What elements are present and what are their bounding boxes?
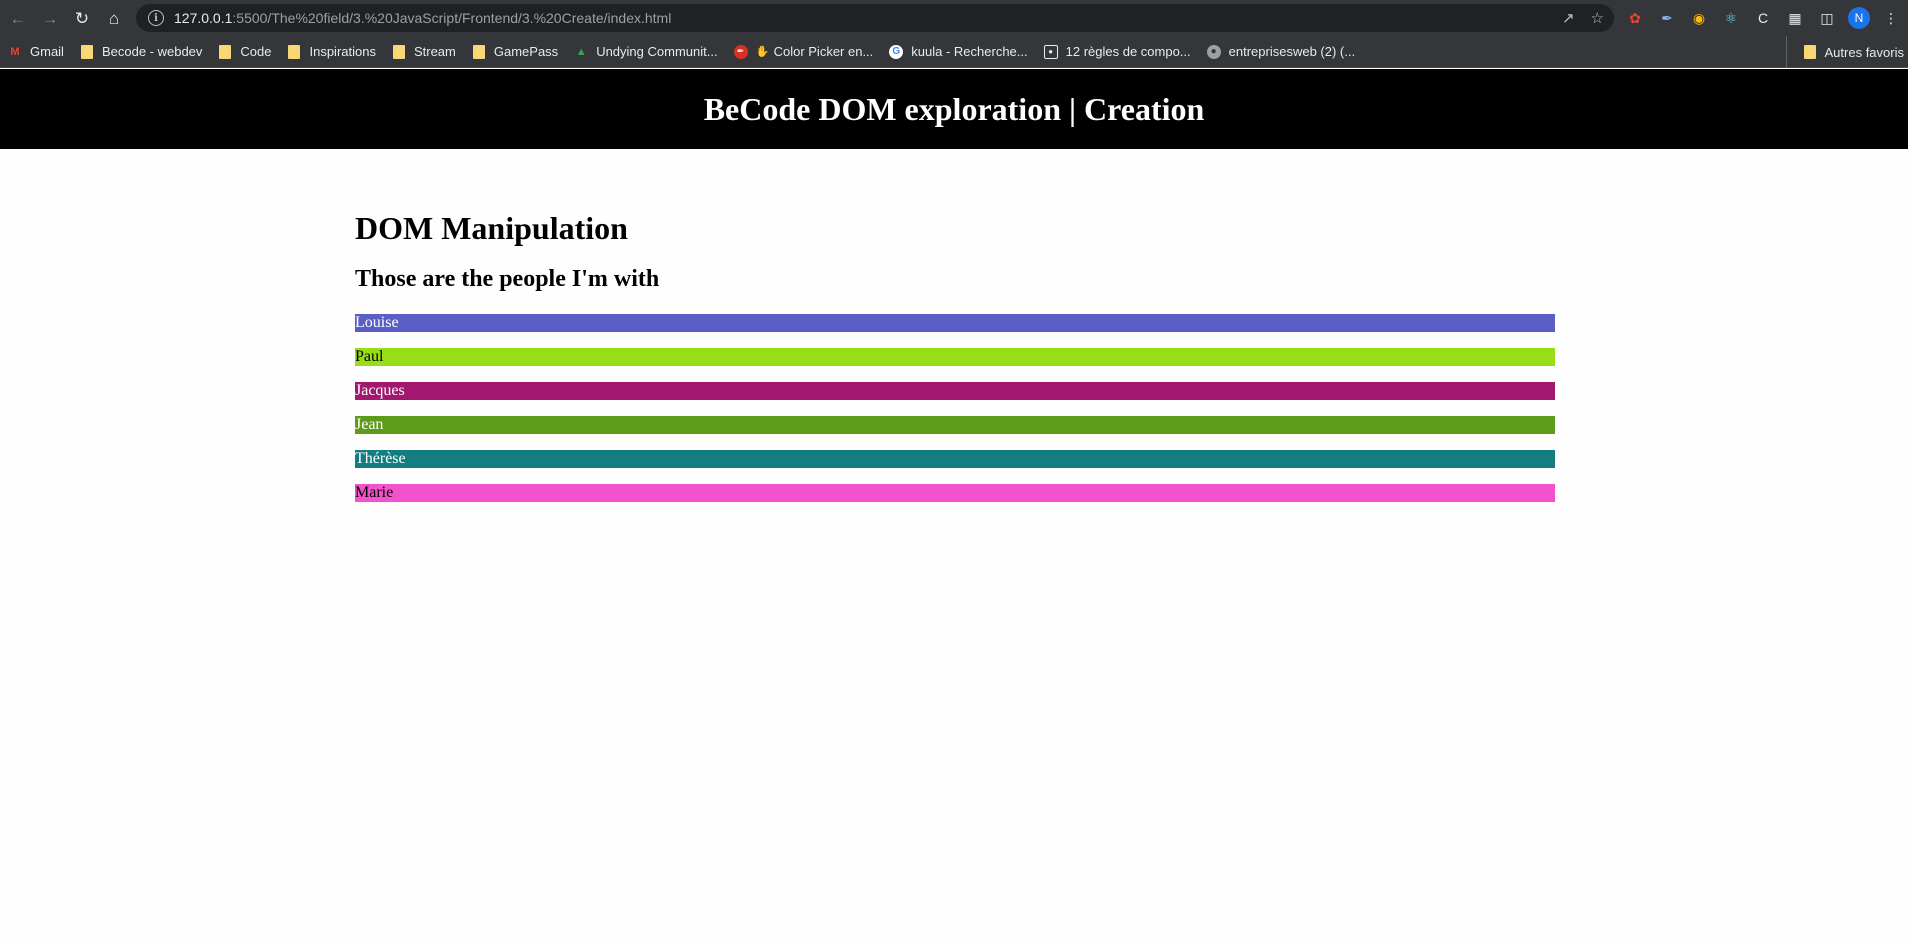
bookmark-label: Inspirations [309, 44, 376, 59]
folder-icon [287, 44, 301, 59]
page-subheading: Those are the people I'm with [355, 266, 660, 292]
bookmark-folder-becode[interactable]: Becode - webdev [72, 38, 210, 66]
drive-icon: ▲ [575, 45, 587, 58]
bookmark-12-regles[interactable]: ● 12 règles de compo... [1036, 38, 1199, 66]
bookmark-folder-gamepass[interactable]: GamePass [464, 38, 566, 66]
gmail-icon: M [10, 45, 20, 58]
browser-toolbar: ← → ↻ ⌂ i 127.0.0.1:5500/The%20field/3.%… [0, 0, 1908, 36]
extensions-puzzle-icon[interactable]: ▦ [1784, 7, 1806, 29]
person-item: Louise [355, 314, 1555, 332]
bookmark-label: Autres favoris [1824, 44, 1904, 60]
bookmark-color-picker[interactable]: ✒ ✋ Color Picker en... [726, 38, 882, 66]
menu-kebab-icon[interactable]: ⋮ [1880, 7, 1902, 29]
page-header-title: BeCode DOM exploration | Creation [703, 90, 1205, 127]
google-icon: G [889, 44, 904, 59]
bookmark-label: Stream [413, 44, 456, 59]
react-devtools-icon[interactable]: ⚛ [1720, 7, 1742, 29]
url-text[interactable]: 127.0.0.1:5500/The%20field/3.%20JavaScri… [174, 10, 671, 26]
person-item: Paul [355, 348, 1555, 366]
folder-icon [392, 44, 406, 59]
photo-icon: ● [1043, 44, 1058, 59]
quill-extension-icon[interactable]: ✒ [1656, 7, 1678, 29]
hand-icon: ✋ [755, 46, 770, 58]
person-item: Jean [355, 416, 1555, 434]
bookmark-folder-inspirations[interactable]: Inspirations [279, 38, 383, 66]
bookmark-label: kuula - Recherche... [911, 44, 1028, 59]
page-header: BeCode DOM exploration | Creation [0, 69, 1908, 149]
bookmark-star-icon[interactable]: ☆ [1591, 9, 1604, 27]
cookie-extension-icon[interactable]: C [1752, 7, 1774, 29]
reload-icon[interactable]: ↻ [70, 6, 94, 30]
bookmark-entreprisesweb[interactable]: ● entreprisesweb (2) (... [1199, 38, 1363, 66]
page-heading: DOM Manipulation [355, 210, 628, 246]
folder-icon [80, 44, 94, 59]
extensions-area: ✿ ✒ ◉ ⚛ C ▦ ◫ N ⋮ [1624, 0, 1902, 36]
other-bookmarks[interactable]: Autres favoris [1785, 36, 1908, 68]
bookmark-label: 12 règles de compo... [1065, 44, 1191, 59]
side-panel-icon[interactable]: ◫ [1816, 7, 1838, 29]
url-path: :5500/The%20field/3.%20JavaScript/Fronte… [232, 10, 672, 26]
url-host: 127.0.0.1 [174, 10, 233, 26]
person-item: Thérèse [355, 450, 1555, 468]
bookmark-folder-code[interactable]: Code [210, 38, 279, 66]
other-bookmarks-folder[interactable]: Autres favoris [1795, 38, 1908, 66]
back-arrow-icon[interactable]: ← [6, 6, 30, 30]
bookmark-kuula-search[interactable]: G kuula - Recherche... [881, 38, 1035, 66]
chrome-extension-icon[interactable]: ◉ [1688, 7, 1710, 29]
address-bar[interactable]: i 127.0.0.1:5500/The%20field/3.%20JavaSc… [136, 4, 1614, 32]
person-item: Marie [355, 484, 1555, 502]
site-info-icon[interactable]: i [148, 10, 164, 26]
folder-icon [1803, 45, 1817, 59]
bookmark-undying-community[interactable]: ▲ Undying Communit... [566, 38, 725, 66]
main-content: DOM Manipulation Those are the people I'… [355, 210, 1555, 518]
bookmark-label: Code [240, 44, 272, 59]
bookmark-label: Becode - webdev [101, 44, 203, 59]
bookmark-label: Undying Communit... [596, 44, 718, 59]
people-list: Louise Paul Jacques Jean Thérèse Marie [355, 314, 1555, 502]
profile-avatar[interactable]: N [1848, 7, 1870, 29]
forward-arrow-icon[interactable]: → [38, 6, 62, 30]
bookmark-label: entreprisesweb (2) (... [1228, 44, 1356, 59]
home-icon[interactable]: ⌂ [102, 6, 126, 30]
color-picker-icon: ✒ [733, 44, 748, 59]
globe-icon: ● [1206, 44, 1221, 59]
bookmarks-bar: M Gmail Becode - webdev Code Inspiration… [0, 36, 1908, 68]
folder-icon [218, 44, 232, 59]
person-item: Jacques [355, 382, 1555, 400]
bookmark-label: GamePass [493, 44, 559, 59]
bookmark-folder-stream[interactable]: Stream [384, 38, 464, 66]
share-icon[interactable]: ↗ [1562, 9, 1575, 27]
folder-icon [472, 44, 486, 59]
bookmark-label: Color Picker en... [773, 44, 874, 59]
color-wheel-extension-icon[interactable]: ✿ [1624, 7, 1646, 29]
bookmark-label: Gmail [30, 44, 64, 59]
bookmark-gmail[interactable]: M Gmail [0, 38, 72, 66]
